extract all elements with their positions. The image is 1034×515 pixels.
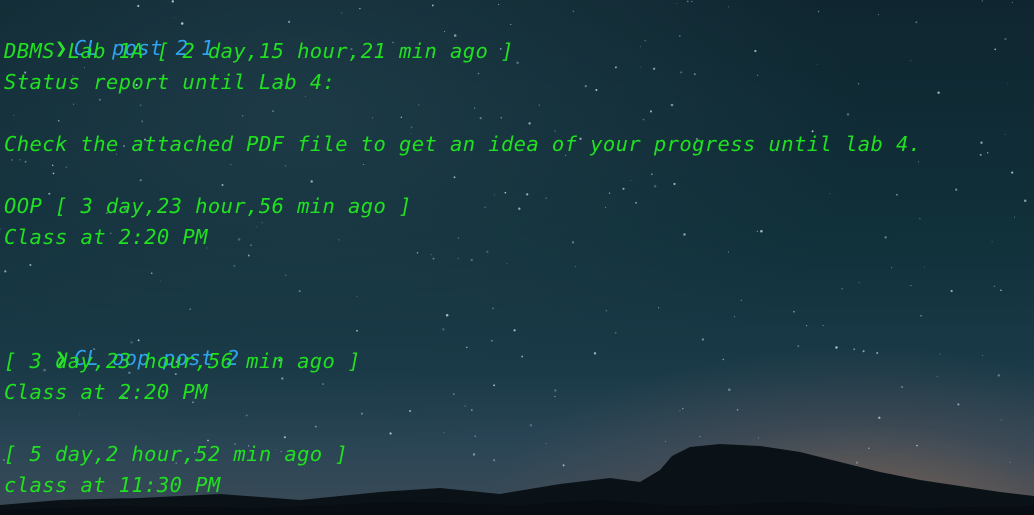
- prompt-line: ❯ CL post 2 1: [4, 6, 214, 60]
- output-line: Class at 2:20 PM: [4, 225, 208, 249]
- output-line: Class at 2:20 PM: [4, 380, 208, 404]
- prompt-line: ❯ CL oop post 2: [4, 316, 239, 370]
- output-line: Status report until Lab 4:: [4, 70, 336, 94]
- output-line: [ 5 day,2 hour,52 min ago ]: [4, 442, 349, 466]
- output-line: DBMS Lab 1A [ 2 day,15 hour,21 min ago ]: [4, 39, 514, 63]
- output-line: OOP [ 3 day,23 hour,56 min ago ]: [4, 194, 412, 218]
- output-line: Check the attached PDF file to get an id…: [4, 132, 922, 156]
- output-line: class at 11:30 PM: [4, 473, 221, 497]
- output-line: [ 3 day,23 hour,56 min ago ]: [4, 349, 361, 373]
- terminal-output[interactable]: ❯ CL post 2 1 DBMS Lab 1A [ 2 day,15 hour…: [4, 6, 1030, 511]
